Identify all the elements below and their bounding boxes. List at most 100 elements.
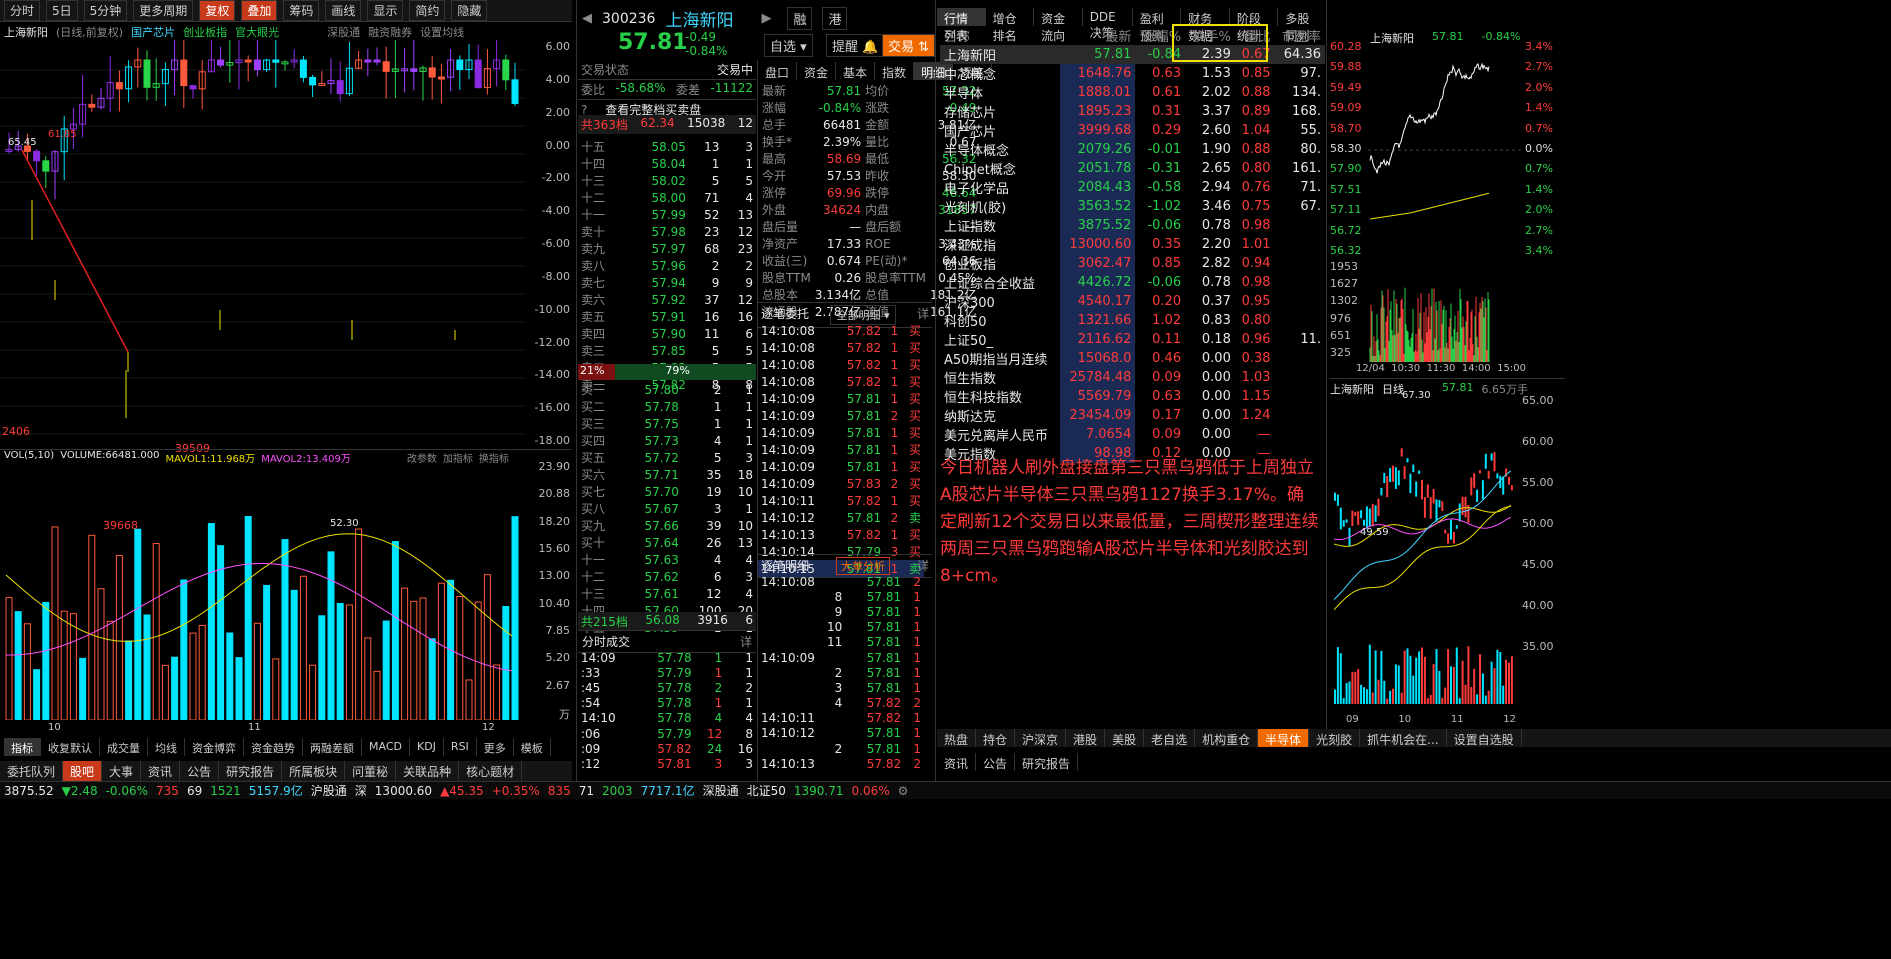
indicator-tab-9[interactable]: RSI [444,738,477,756]
market-row[interactable]: 中芯概念 1648.76 0.63 1.53 0.85 97. [940,64,1325,83]
zhubi-row[interactable]: 14:10:09 57.81 1 买 [758,390,924,407]
bottom-tab-4[interactable]: 公告 [180,761,220,781]
market-tab-0[interactable]: 行情列表 [937,8,986,43]
sector-tab-5[interactable]: 老自选 [1144,729,1196,747]
sector-tab-8[interactable]: 光刻胶 [1309,729,1361,747]
zhubi-row[interactable]: 14:10:08 57.82 1 买 [758,339,924,356]
bottom-tab-6[interactable]: 所属板块 [282,761,346,781]
market-tab-7[interactable]: 多股同列 [1278,8,1327,43]
indicator-tab-6[interactable]: 两融差额 [303,738,362,756]
fenshi-detail-button[interactable]: 详 [740,633,752,650]
link-ma[interactable]: 设置均线 [420,24,464,40]
zhubi-row[interactable]: 14:10:09 57.83 2 买 [758,475,924,492]
bid-row[interactable]: 买六 57.71 35 18 [578,466,756,483]
market-row[interactable]: 半导体 1888.01 0.61 2.02 0.88 134. [940,83,1325,102]
toolbar-btn-9[interactable]: 简约 [409,0,446,21]
indicator-tab-3[interactable]: 均线 [148,738,185,756]
ask-row[interactable]: 卖四 57.90 11 6 [578,325,756,342]
fenshi-row[interactable]: :45 57.78 2 2 [578,680,756,695]
bid-row[interactable]: 买九 57.66 39 10 [578,517,756,534]
fenshi-row[interactable]: :33 57.79 1 1 [578,665,756,680]
bigorder-button[interactable]: 大单分析 [836,557,890,575]
ask-row[interactable]: 十二 58.00 71 4 [578,189,756,206]
link-add[interactable]: 加指标 [443,450,473,465]
bottom-tab-8[interactable]: 关联品种 [396,761,460,781]
link-swap[interactable]: 换指标 [479,450,509,465]
ask-row[interactable]: 卖七 57.94 9 9 [578,274,756,291]
overlay-2[interactable]: 创业板指 [183,24,227,40]
bottom-tab-7[interactable]: 问董秘 [345,761,397,781]
overlay-1[interactable]: 国产芯片 [131,24,175,40]
indicator-tab-4[interactable]: 资金博弈 [185,738,244,756]
bid-row[interactable]: 十三 57.61 12 4 [578,585,756,602]
next-arrow-icon[interactable]: ▶ [761,11,771,26]
market-row[interactable]: 国产芯片 3999.68 0.29 2.60 1.04 55. [940,121,1325,140]
market-row[interactable]: Chiplet概念 2051.78 -0.31 2.65 0.80 161. [940,159,1325,178]
indicator-tab-1[interactable]: 收复默认 [41,738,100,756]
news-tab-0[interactable]: 资讯 [937,753,977,771]
sector-tab-0[interactable]: 热盘 [937,729,977,747]
bid-row[interactable]: 买七 57.70 19 10 [578,483,756,500]
bottom-tab-1[interactable]: 股吧 [63,761,103,781]
info-tab-2[interactable]: 基本 [836,62,876,80]
zhubi-row[interactable]: 14:10:09 57.81 1 买 [758,441,924,458]
indicator-tab-11[interactable]: 模板 [514,738,551,756]
ask-row[interactable]: 十五 58.05 13 3 [578,138,756,155]
toolbar-btn-10[interactable]: 隐藏 [451,0,488,21]
ask-row[interactable]: 卖九 57.97 68 23 [578,240,756,257]
fenshi-row[interactable]: 14:09 57.78 1 1 [578,650,756,665]
link-sgt[interactable]: 深股通 [327,24,360,40]
news-tab-2[interactable]: 研究报告 [1015,753,1079,771]
market-header-cell[interactable]: 最新 [1060,26,1135,45]
bottom-tab-2[interactable]: 大事 [102,761,142,781]
sector-tab-4[interactable]: 美股 [1105,729,1145,747]
market-tab-3[interactable]: DDE决策 [1083,8,1133,40]
bid-row[interactable]: 买一 57.80 2 1 [578,381,756,398]
hgt[interactable]: 沪股通 [311,782,347,799]
indicator-tab-7[interactable]: MACD [362,738,410,756]
bid-row[interactable]: 买十 57.64 26 13 [578,534,756,551]
tag-margin[interactable]: 融 [787,7,813,30]
toolbar-btn-4[interactable]: 复权 [199,0,236,21]
zhubi-row[interactable]: 14:10:08 57.82 1 买 [758,322,924,339]
market-row[interactable]: 美元兑离岸人民币 7.0654 0.09 0.00 — [940,425,1325,444]
info-tab-0[interactable]: 盘口 [758,62,798,80]
indicator-tab-0[interactable]: 指标 [4,738,41,756]
market-row[interactable]: 上证指数 3875.52 -0.06 0.78 0.98 [940,216,1325,235]
bottom-tab-5[interactable]: 研究报告 [219,761,283,781]
mingxi-detail-button[interactable]: 详 [917,557,929,575]
market-row[interactable]: 半导体概念 2079.26 -0.01 1.90 0.88 80. [940,140,1325,159]
ask-row[interactable]: 十三 58.02 5 5 [578,172,756,189]
fenshi-row[interactable]: 14:10 57.78 4 4 [578,711,756,726]
zhubi-row[interactable]: 14:10:09 57.81 2 买 [758,407,924,424]
bid-row[interactable]: 十一 57.63 4 4 [578,551,756,568]
market-row[interactable]: 恒生指数 25784.48 0.09 0.00 1.03 [940,368,1325,387]
sector-tab-3[interactable]: 港股 [1066,729,1106,747]
bid-row[interactable]: 买二 57.78 1 1 [578,398,756,415]
toolbar-btn-5[interactable]: 叠加 [241,0,278,21]
zhubi-row[interactable]: 14:10:09 57.81 1 买 [758,424,924,441]
toolbar-btn-8[interactable]: 显示 [367,0,404,21]
mini-intraday-chart[interactable] [1368,44,1523,364]
ask-row[interactable]: 卖八 57.96 2 2 [578,257,756,274]
zhubi-row[interactable]: 14:10:11 57.82 1 买 [758,492,924,509]
info-tab-1[interactable]: 资金 [797,62,837,80]
fenshi-row[interactable]: :06 57.79 12 8 [578,726,756,741]
market-row[interactable]: 存储芯片 1895.23 0.31 3.37 0.89 168. [940,102,1325,121]
trade-button[interactable]: 交易 ⇅ [882,34,936,57]
overlay-3[interactable]: 官大眼光 [235,24,279,40]
market-header-cell[interactable]: 名称 [940,26,1060,45]
prev-arrow-icon[interactable]: ◀ [582,11,592,26]
indicator-tab-5[interactable]: 资金趋势 [244,738,303,756]
zhubi-row[interactable]: 14:10:13 57.82 1 买 [758,526,924,543]
market-row[interactable]: 恒生科技指数 5569.79 0.63 0.00 1.15 [940,387,1325,406]
bottom-tab-3[interactable]: 资讯 [141,761,181,781]
ask-row[interactable]: 卖三 57.85 5 5 [578,342,756,359]
market-row[interactable]: 光刻机(胶) 3563.52 -1.02 3.46 0.75 67. [940,197,1325,216]
alert-button[interactable]: 提醒 🔔 [826,34,885,57]
link-param[interactable]: 改参数 [407,450,437,465]
market-row[interactable]: 上证综合全收益 4426.72 -0.06 0.78 0.98 [940,273,1325,292]
volume-chart[interactable] [0,465,525,720]
market-row[interactable]: 沪深300 4540.17 0.20 0.37 0.95 [940,292,1325,311]
toolbar-btn-6[interactable]: 筹码 [283,0,320,21]
